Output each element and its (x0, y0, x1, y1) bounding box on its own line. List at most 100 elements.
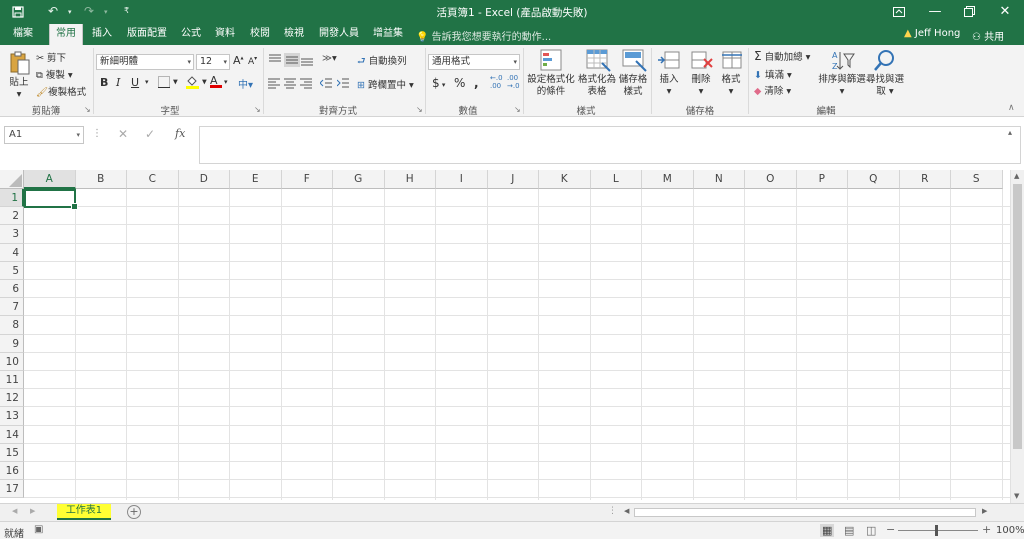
row-header[interactable]: 5 (0, 261, 24, 280)
increase-font-icon[interactable]: A▴ (233, 54, 244, 67)
tab-insert[interactable]: 插入 (88, 24, 116, 45)
format-as-table-icon[interactable] (586, 49, 612, 73)
row-header[interactable]: 10 (0, 352, 24, 371)
merge-center-button[interactable]: ⊞ 跨欄置中 ▾ (357, 77, 414, 91)
cell-styles-button[interactable]: 儲存格樣式 (616, 74, 650, 98)
format-as-table-button[interactable]: 格式化為表格 (576, 74, 618, 98)
expand-formula-bar-icon[interactable]: ▴ (1008, 128, 1012, 137)
conditional-format-icon[interactable] (540, 49, 566, 73)
align-bottom-icon[interactable] (300, 54, 314, 66)
align-top-icon[interactable] (268, 54, 282, 66)
formula-bar-splitter-icon[interactable]: ⋮ (92, 128, 102, 139)
number-format-combo[interactable]: 通用格式 ▾ (428, 54, 520, 70)
column-header[interactable]: S (951, 170, 1003, 189)
font-color-icon[interactable]: A (210, 74, 222, 88)
tab-page-layout[interactable]: 版面配置 (124, 24, 170, 45)
tab-review[interactable]: 校閱 (247, 24, 273, 45)
column-header[interactable]: H (384, 170, 436, 189)
sheet-tab[interactable]: 工作表1 (57, 504, 111, 520)
column-header[interactable]: G (333, 170, 385, 189)
row-header[interactable]: 12 (0, 389, 24, 408)
font-size-combo[interactable]: 12 ▾ (196, 54, 230, 70)
bold-button[interactable]: B (100, 76, 108, 89)
delete-cells-icon[interactable] (690, 49, 716, 73)
format-cells-button[interactable]: 格式 ▾ (716, 74, 746, 98)
tab-developer[interactable]: 開發人員 (316, 24, 362, 45)
page-layout-view-icon[interactable]: ▤ (844, 524, 854, 537)
wrap-text-button[interactable]: ⮐ 自動換列 (357, 53, 407, 70)
increase-decimal-icon[interactable]: ←.0.00 (490, 74, 503, 90)
page-break-view-icon[interactable]: ◫ (866, 524, 876, 537)
zoom-in-button[interactable]: + (982, 523, 991, 536)
align-left-icon[interactable] (268, 77, 280, 89)
comma-button[interactable]: , (474, 76, 479, 90)
fill-button[interactable]: ⬇ 填滿 ▾ (754, 67, 792, 81)
phonetic-icon[interactable]: 中▾ (238, 76, 253, 91)
cell-styles-icon[interactable] (622, 49, 648, 73)
collapse-ribbon-icon[interactable]: ∧ (1008, 103, 1015, 113)
clipboard-launcher-icon[interactable]: ↘ (84, 105, 91, 114)
cancel-entry-icon[interactable]: ✕ (118, 127, 128, 141)
cut-button[interactable]: ✂ 剪下 (36, 50, 66, 64)
macro-record-icon[interactable]: ▣ (34, 524, 43, 535)
number-launcher-icon[interactable]: ↘ (514, 105, 521, 114)
align-right-icon[interactable] (300, 77, 312, 89)
decrease-decimal-icon[interactable]: .00 →.0 (507, 74, 520, 90)
column-header[interactable]: D (178, 170, 230, 189)
vertical-scrollbar[interactable]: ▲ ▼ (1010, 170, 1024, 504)
increase-indent-icon[interactable] (337, 77, 349, 89)
row-header[interactable]: 16 (0, 462, 24, 481)
tab-addins[interactable]: 增益集 (370, 24, 406, 45)
autosum-button[interactable]: Σ 自動加總 ▾ (754, 49, 810, 63)
paste-button[interactable]: 貼上 ▾ (6, 77, 32, 101)
scroll-up-icon[interactable]: ▲ (1014, 172, 1019, 180)
delete-cells-button[interactable]: 刪除 ▾ (686, 74, 716, 98)
column-header[interactable]: E (230, 170, 282, 189)
font-name-combo[interactable]: 新細明體 ▾ (96, 54, 194, 70)
decrease-font-icon[interactable]: A▾ (248, 55, 257, 67)
orientation-icon[interactable]: ≫▾ (322, 53, 337, 64)
find-select-button[interactable]: 尋找與選取 ▾ (866, 74, 904, 98)
column-header[interactable]: N (693, 170, 745, 189)
add-sheet-button[interactable]: + (127, 505, 141, 519)
column-header[interactable]: B (75, 170, 127, 189)
column-header[interactable]: P (796, 170, 848, 189)
select-all-corner[interactable] (0, 170, 24, 189)
copy-button[interactable]: ⧉ 複製 ▾ (36, 67, 73, 81)
tab-home[interactable]: 常用 (49, 24, 83, 45)
formula-input[interactable] (199, 126, 1021, 164)
sort-filter-icon[interactable]: AZ (830, 49, 856, 73)
user-account[interactable]: ▲ Jeff Hong (904, 28, 960, 39)
column-header[interactable]: I (436, 170, 488, 189)
paste-icon[interactable] (8, 50, 34, 75)
active-cell[interactable] (24, 189, 78, 210)
minimize-icon[interactable]: — (920, 2, 950, 22)
next-sheet-icon[interactable]: ▶ (30, 507, 35, 515)
tab-splitter-icon[interactable]: ⋮ (608, 506, 617, 516)
row-header[interactable]: 2 (0, 207, 24, 226)
name-box[interactable]: A1 ▾ (4, 126, 84, 144)
zoom-level[interactable]: 100% (996, 525, 1024, 536)
tab-formulas[interactable]: 公式 (178, 24, 204, 45)
row-header[interactable]: 14 (0, 425, 24, 444)
scroll-down-icon[interactable]: ▼ (1014, 492, 1019, 500)
scroll-left-icon[interactable]: ◀ (624, 507, 629, 515)
vertical-scroll-thumb[interactable] (1013, 184, 1022, 449)
row-header[interactable]: 6 (0, 280, 24, 299)
alignment-launcher-icon[interactable]: ↘ (416, 105, 423, 114)
row-header[interactable]: 4 (0, 243, 24, 262)
normal-view-icon[interactable]: ▦ (820, 524, 835, 537)
scroll-right-icon[interactable]: ▶ (982, 507, 987, 515)
tab-data[interactable]: 資料 (212, 24, 238, 45)
restore-icon[interactable] (954, 2, 984, 22)
find-select-icon[interactable] (872, 49, 898, 73)
fill-color-icon[interactable]: ▾ (186, 75, 207, 89)
column-header[interactable]: O (745, 170, 797, 189)
close-icon[interactable]: ✕ (990, 2, 1020, 22)
column-header[interactable]: C (127, 170, 179, 189)
row-header[interactable]: 7 (0, 298, 24, 317)
row-header[interactable]: 1 (0, 189, 24, 208)
format-cells-icon[interactable] (720, 49, 746, 73)
column-header[interactable]: Q (848, 170, 900, 189)
horizontal-scroll-thumb[interactable] (634, 508, 976, 517)
